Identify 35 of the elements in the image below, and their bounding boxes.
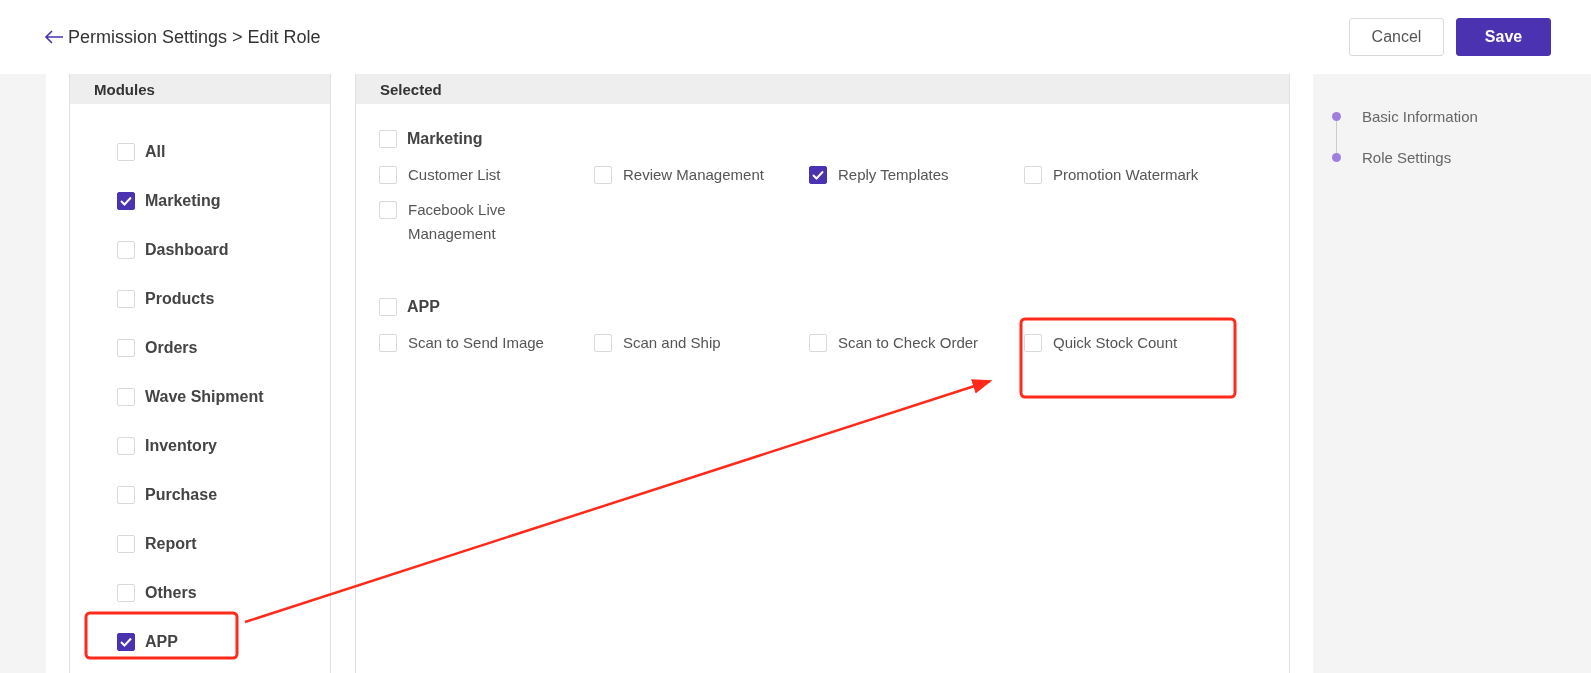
permission-label: Scan and Ship: [623, 333, 721, 353]
checkbox[interactable]: [117, 191, 135, 210]
back-arrow-icon[interactable]: [44, 30, 64, 44]
page-title: Permission Settings > Edit Role: [68, 26, 322, 48]
module-label: Wave Shipment: [145, 387, 264, 406]
permission-label: Scan to Send Image: [408, 333, 544, 353]
permission-label: Quick Stock Count: [1053, 333, 1178, 353]
group-label: APP: [407, 298, 440, 316]
permission-label: Facebook Live Management: [408, 200, 507, 244]
module-label: Inventory: [145, 436, 217, 455]
step-label: Basic Information: [1362, 108, 1478, 125]
module-label: Report: [145, 534, 197, 553]
module-label: Dashboard: [145, 240, 229, 259]
step-label: Role Settings: [1362, 149, 1452, 166]
module-label: Others: [145, 583, 197, 602]
save-button[interactable]: Save: [1456, 18, 1551, 56]
permission-label: Customer List: [408, 165, 501, 185]
module-label: All: [145, 142, 166, 161]
checkbox[interactable]: [117, 632, 135, 651]
module-label: Products: [145, 289, 215, 308]
panel-header: Modules: [70, 74, 330, 104]
step-dot: [1332, 112, 1341, 121]
permission-label: Reply Templates: [838, 165, 949, 185]
permission-label: Scan to Check Order: [838, 333, 979, 353]
module-label: APP: [145, 632, 178, 651]
module-label: Orders: [145, 338, 198, 357]
step-dot: [1332, 153, 1341, 162]
permission-label: Promotion Watermark: [1053, 165, 1199, 185]
checkbox[interactable]: [809, 166, 827, 184]
module-label: Marketing: [145, 191, 221, 210]
group-label: Marketing: [407, 130, 483, 148]
panel-header: Selected: [356, 74, 1289, 104]
module-label: Purchase: [145, 485, 218, 504]
permission-label: Review Management: [623, 165, 764, 185]
cancel-button[interactable]: Cancel: [1349, 18, 1444, 56]
